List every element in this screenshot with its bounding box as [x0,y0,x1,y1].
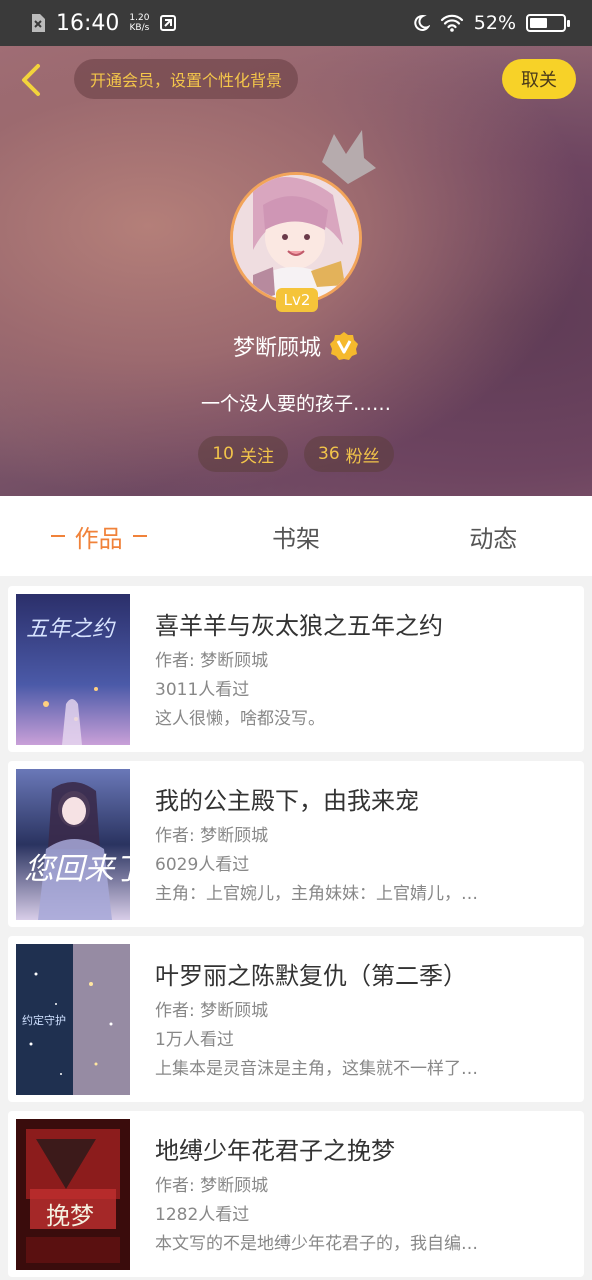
status-time: 16:40 [56,10,120,36]
level-badge: Lv2 [276,288,318,312]
book-cover-image: 约定守护 [16,944,130,1095]
book-title: 我的公主殿下，由我来宠 [155,787,419,815]
status-bar: 16:40 1.20 KB/s 52% [0,0,592,46]
followers-count-button[interactable]: 36 粉丝 [304,436,394,472]
following-count: 10 [212,444,234,464]
book-description: 本文写的不是地缚少年花君子的，我自编… [155,1234,478,1253]
book-author: 作者: 梦断顾城 [155,1001,269,1020]
book-description: 这人很懒，啥都没写。 [155,709,325,728]
vip-background-prompt[interactable]: 开通会员，设置个性化背景 [74,59,299,99]
book-title: 地缚少年花君子之挽梦 [155,1137,395,1165]
followers-count: 36 [318,444,340,464]
followers-label: 粉丝 [345,446,380,467]
back-arrow-icon [22,64,40,96]
back-button[interactable] [14,60,50,100]
book-views: 3011人看过 [155,680,250,699]
no-sim-icon [32,14,45,32]
profile-header: 开通会员，设置个性化背景 取关 Lv2 梦断顾城 一个没人要的孩子…… 10 关… [0,46,592,496]
battery-level [530,18,547,28]
book-cover-image: 您回来了 [16,769,130,920]
do-not-disturb-moon-icon [414,14,430,31]
active-tab-dash-left [50,535,65,537]
nickname: 梦断顾城 [232,336,321,361]
tab-works[interactable]: 作品 [0,496,197,576]
book-description: 上集本是灵音沫是主角，这集就不一样了… [155,1059,478,1078]
tab-bookshelf[interactable]: 书架 [197,496,394,576]
book-views: 6029人看过 [155,855,250,874]
book-description: 主角：上官婉儿，主角妹妹：上官婧儿，… [155,884,478,903]
book-card[interactable]: 挽梦 地缚少年花君子之挽梦 作者: 梦断顾城 1282人看过 本文写的不是地缚少… [8,1111,584,1277]
bio-text: 一个没人要的孩子…… [200,393,391,415]
verified-v-icon [330,332,358,360]
following-label: 关注 [240,446,274,467]
svg-text:您回来了: 您回来了 [24,852,130,887]
book-card[interactable]: 约定守护 叶罗丽之陈默复仇（第二季） 作者: 梦断顾城 1万人看过 上集本是灵音… [8,936,584,1102]
battery-icon [526,14,570,32]
battery-percent: 52% [473,12,516,34]
book-views: 1282人看过 [155,1205,250,1224]
book-views: 1万人看过 [155,1030,234,1049]
profile-tabs: 作品 书架 动态 [0,496,592,576]
net-speed: 1.20 KB/s [129,13,150,33]
active-tab-dash-right [132,535,147,537]
book-author: 作者: 梦断顾城 [155,1176,269,1195]
book-card[interactable]: 您回来了 我的公主殿下，由我来宠 作者: 梦断顾城 6029人看过 主角：上官婉… [8,761,584,927]
book-cover-image: 五年之约 [16,594,130,745]
unfollow-button[interactable]: 取关 [502,59,576,99]
book-author: 作者: 梦断顾城 [155,651,269,670]
tab-activity[interactable]: 动态 [395,496,592,576]
following-count-button[interactable]: 10 关注 [198,436,288,472]
book-title: 叶罗丽之陈默复仇（第二季） [155,962,467,990]
avatar[interactable] [230,172,362,304]
avatar-image [230,172,362,304]
book-list: 五年之约 喜羊羊与灰太狼之五年之约 作者: 梦断顾城 3011人看过 这人很懒，… [8,586,584,1280]
book-card[interactable]: 五年之约 喜羊羊与灰太狼之五年之约 作者: 梦断顾城 3011人看过 这人很懒，… [8,586,584,752]
book-title: 喜羊羊与灰太狼之五年之约 [155,612,443,640]
svg-text:约定守护: 约定守护 [22,1013,66,1027]
book-author: 作者: 梦断顾城 [155,826,269,845]
wifi-icon [440,14,463,32]
screenshot-icon [160,15,177,31]
svg-text:五年之约: 五年之约 [26,617,116,642]
svg-text:挽梦: 挽梦 [46,1202,94,1230]
book-cover-image: 挽梦 [16,1119,130,1270]
